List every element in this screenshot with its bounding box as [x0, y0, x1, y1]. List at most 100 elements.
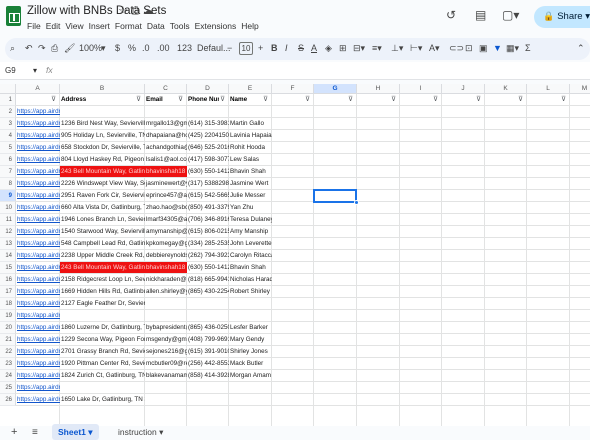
star-icon[interactable]: ☆ [118, 5, 131, 17]
menu-view[interactable]: View [65, 21, 83, 31]
selected-cell[interactable] [313, 189, 357, 203]
font-size-decrease-button[interactable]: − [227, 43, 232, 53]
listing-link[interactable]: https://app.airdn [16, 322, 60, 334]
listing-link[interactable]: https://app.airdn [16, 226, 60, 238]
listing-link[interactable]: https://app.airdn [16, 118, 60, 130]
filter-icon[interactable]: ▼ [493, 43, 502, 53]
currency-button[interactable]: $ [115, 43, 120, 53]
column-header-m[interactable]: M [570, 84, 590, 94]
row-header-22[interactable]: 22 [0, 346, 16, 358]
row-header-19[interactable]: 19 [0, 310, 16, 322]
bold-button[interactable]: B [271, 43, 278, 53]
tab-instruction[interactable]: instruction ▾ [118, 427, 163, 438]
menu-tools[interactable]: Tools [170, 21, 190, 31]
functions-icon[interactable]: Σ [525, 43, 531, 53]
column-header-k[interactable]: K [485, 84, 527, 94]
zoom-select[interactable]: 100% [79, 43, 102, 53]
row-header-12[interactable]: 12 [0, 226, 16, 238]
paint-format-icon[interactable]: 🖌 [64, 43, 75, 54]
filter-dropdown-icon[interactable]: ⊽ [136, 94, 141, 106]
history-icon[interactable]: ↺ [446, 8, 456, 22]
row-header-10[interactable]: 10 [0, 202, 16, 214]
merge-cells-icon[interactable]: ⊟▾ [353, 43, 365, 54]
listing-link[interactable]: https://app.airdn [16, 394, 60, 406]
print-icon[interactable]: ⎙ [51, 43, 58, 54]
listing-link[interactable]: https://app.airdn [16, 358, 60, 370]
filter-dropdown-icon[interactable]: ⊽ [348, 94, 353, 106]
font-size-increase-button[interactable]: + [258, 43, 263, 53]
percent-button[interactable]: % [128, 43, 136, 53]
listing-link[interactable]: https://app.airdn [16, 382, 60, 394]
add-sheet-button[interactable]: + [11, 426, 17, 438]
column-header-e[interactable]: E [229, 84, 272, 94]
row-header-13[interactable]: 13 [0, 238, 16, 250]
row-header-2[interactable]: 2 [0, 106, 16, 118]
listing-link[interactable]: https://app.airdn [16, 262, 60, 274]
listing-link[interactable]: https://app.airdn [16, 238, 60, 250]
listing-link[interactable]: https://app.airdn [16, 310, 60, 322]
filter-dropdown-icon[interactable]: ⊽ [391, 94, 396, 106]
menu-edit[interactable]: Edit [46, 21, 61, 31]
share-button[interactable]: 🔒 Share ▾ [534, 6, 590, 28]
collapse-toolbar-icon[interactable]: ⌃ [577, 43, 585, 54]
menu-extensions[interactable]: Extensions [195, 21, 237, 31]
row-header-3[interactable]: 3 [0, 118, 16, 130]
listing-link[interactable]: https://app.airdn [16, 106, 60, 118]
italic-button[interactable]: I [285, 43, 288, 53]
all-sheets-button[interactable]: ≡ [32, 427, 38, 438]
borders-icon[interactable]: ⊞ [339, 43, 347, 54]
number-format-button[interactable]: 123 [177, 43, 192, 53]
listing-link[interactable]: https://app.airdn [16, 274, 60, 286]
zoom-chevron-icon[interactable]: ▾ [101, 43, 106, 54]
column-header-h[interactable]: H [357, 84, 400, 94]
cloud-icon[interactable]: ☁ [143, 5, 157, 17]
filter-dropdown-icon[interactable]: ⊽ [178, 94, 183, 106]
row-header-24[interactable]: 24 [0, 370, 16, 382]
column-header-g[interactable]: G [314, 84, 357, 94]
redo-icon[interactable]: ↷ [38, 43, 46, 54]
column-header-f[interactable]: F [272, 84, 314, 94]
row-header-9[interactable]: 9 [0, 190, 16, 202]
row-header-4[interactable]: 4 [0, 130, 16, 142]
row-header-26[interactable]: 26 [0, 394, 16, 406]
column-header-l[interactable]: L [527, 84, 570, 94]
insert-comment-icon[interactable]: ⊡ [465, 43, 473, 54]
row-header-11[interactable]: 11 [0, 214, 16, 226]
column-header-b[interactable]: B [60, 84, 145, 94]
align-horizontal-icon[interactable]: ≡▾ [372, 43, 382, 54]
listing-link[interactable]: https://app.airdn [16, 130, 60, 142]
listing-link[interactable]: https://app.airdn [16, 214, 60, 226]
listing-link[interactable]: https://app.airdn [16, 178, 60, 190]
increase-decimal-button[interactable]: .00 [157, 43, 170, 53]
listing-link[interactable]: https://app.airdn [16, 190, 60, 202]
row-header-6[interactable]: 6 [0, 154, 16, 166]
listing-link[interactable]: https://app.airdn [16, 334, 60, 346]
row-header-17[interactable]: 17 [0, 286, 16, 298]
listing-link[interactable]: https://app.airdn [16, 346, 60, 358]
strikethrough-button[interactable]: S [298, 43, 304, 53]
listing-link[interactable]: https://app.airdn [16, 298, 60, 310]
column-header-j[interactable]: J [442, 84, 485, 94]
row-header-23[interactable]: 23 [0, 358, 16, 370]
font-select[interactable]: Defaul... [197, 43, 231, 53]
tab-sheet1[interactable]: Sheet1 ▾ [52, 424, 99, 440]
undo-icon[interactable]: ↶ [25, 43, 33, 54]
menu-data[interactable]: Data [147, 21, 165, 31]
row-header-14[interactable]: 14 [0, 250, 16, 262]
column-header-c[interactable]: C [145, 84, 187, 94]
row-header-25[interactable]: 25 [0, 382, 16, 394]
text-wrap-icon[interactable]: ⊢▾ [410, 43, 422, 54]
select-all-corner[interactable] [0, 84, 16, 94]
filter-dropdown-icon[interactable]: ⊽ [51, 94, 56, 106]
filter-dropdown-icon[interactable]: ⊽ [220, 94, 225, 106]
filter-dropdown-icon[interactable]: ⊽ [305, 94, 310, 106]
menu-insert[interactable]: Insert [89, 21, 110, 31]
sheets-logo-icon[interactable] [6, 6, 21, 26]
column-header-i[interactable]: I [400, 84, 442, 94]
row-header-1[interactable]: 1 [0, 94, 16, 106]
column-header-a[interactable]: A [16, 84, 60, 94]
listing-link[interactable]: https://app.airdn [16, 166, 60, 178]
filter-dropdown-icon[interactable]: ⊽ [561, 94, 566, 106]
row-header-8[interactable]: 8 [0, 178, 16, 190]
menu-file[interactable]: File [27, 21, 41, 31]
